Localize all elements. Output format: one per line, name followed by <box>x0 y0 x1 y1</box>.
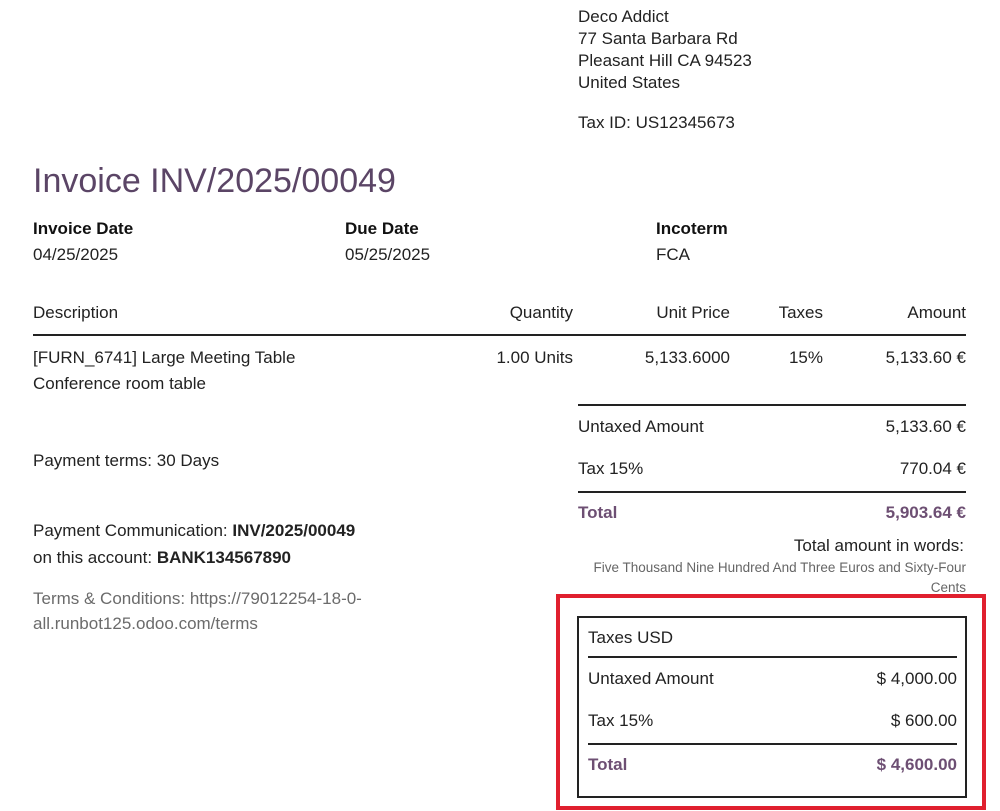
usd-taxes-title: Taxes USD <box>588 628 674 647</box>
invoice-date-label: Invoice Date <box>33 219 134 238</box>
company-city: Pleasant Hill CA 94523 <box>578 51 752 70</box>
payment-terms: Payment terms: 30 Days <box>33 451 220 470</box>
row-unit-price: 5,133.6000 <box>644 348 730 367</box>
header-taxes: Taxes <box>778 303 823 322</box>
payment-comm-value: INV/2025/00049 <box>232 521 356 540</box>
row-quantity: 1.00 Units <box>496 348 573 367</box>
payment-communication: Payment Communication: INV/2025/00049 on… <box>33 517 355 571</box>
words-label: Total amount in words: <box>793 536 964 555</box>
company-street: 77 Santa Barbara Rd <box>578 29 738 48</box>
row-description-sub: Conference room table <box>33 374 206 393</box>
incoterm-block: Incoterm FCA <box>656 217 728 267</box>
tax-label: Tax 15% <box>578 459 644 478</box>
company-address: Deco Addict 77 Santa Barbara Rd Pleasant… <box>578 6 752 134</box>
tax-value: 770.04 € <box>899 459 966 478</box>
usd-tax-value: $ 600.00 <box>890 711 957 730</box>
words-line-1: Five Thousand Nine Hundred And Three Eur… <box>593 560 966 575</box>
untaxed-value: 5,133.60 € <box>885 417 966 436</box>
invoice-date-value: 04/25/2025 <box>33 245 119 264</box>
incoterm-value: FCA <box>656 245 690 264</box>
row-description: [FURN_6741] Large Meeting Table <box>33 348 296 367</box>
company-country: United States <box>578 73 681 92</box>
invoice-title: Invoice INV/2025/00049 <box>33 162 396 200</box>
usd-total-divider <box>588 743 957 745</box>
due-date-value: 05/25/2025 <box>345 245 431 264</box>
due-date-block: Due Date 05/25/2025 <box>345 217 430 267</box>
header-amount: Amount <box>907 303 966 322</box>
account-label: on this account: <box>33 548 157 567</box>
row-amount: 5,133.60 € <box>885 348 966 367</box>
header-description: Description <box>33 303 119 322</box>
totals-total-divider <box>578 491 966 493</box>
total-value: 5,903.64 € <box>885 503 966 522</box>
terms-conditions: Terms & Conditions: https://79012254-18-… <box>33 586 362 636</box>
header-quantity: Quantity <box>509 303 573 322</box>
terms-line-1: Terms & Conditions: https://79012254-18-… <box>33 589 362 608</box>
usd-total-label: Total <box>588 755 628 774</box>
usd-title-divider <box>588 656 957 658</box>
payment-comm-label: Payment Communication: <box>33 521 233 540</box>
account-value: BANK134567890 <box>156 548 292 567</box>
company-tax-id: Tax ID: US12345673 <box>578 113 735 132</box>
total-label: Total <box>578 503 618 522</box>
row-taxes: 15% <box>788 348 823 367</box>
untaxed-label: Untaxed Amount <box>578 417 704 436</box>
usd-total-value: $ 4,600.00 <box>876 755 957 774</box>
due-date-label: Due Date <box>345 219 419 238</box>
terms-line-2: all.runbot125.odoo.com/terms <box>33 614 258 633</box>
header-unit-price: Unit Price <box>656 303 730 322</box>
company-name: Deco Addict <box>578 7 669 26</box>
incoterm-label: Incoterm <box>656 219 728 238</box>
usd-untaxed-label: Untaxed Amount <box>588 669 714 688</box>
total-in-words: Five Thousand Nine Hundred And Three Eur… <box>570 558 966 598</box>
totals-top-divider <box>578 404 966 406</box>
table-row: [FURN_6741] Large Meeting Table Conferen… <box>33 346 295 396</box>
usd-untaxed-value: $ 4,000.00 <box>876 669 957 688</box>
invoice-date-block: Invoice Date 04/25/2025 <box>33 217 133 267</box>
usd-tax-label: Tax 15% <box>588 711 654 730</box>
table-header-divider <box>33 334 966 336</box>
